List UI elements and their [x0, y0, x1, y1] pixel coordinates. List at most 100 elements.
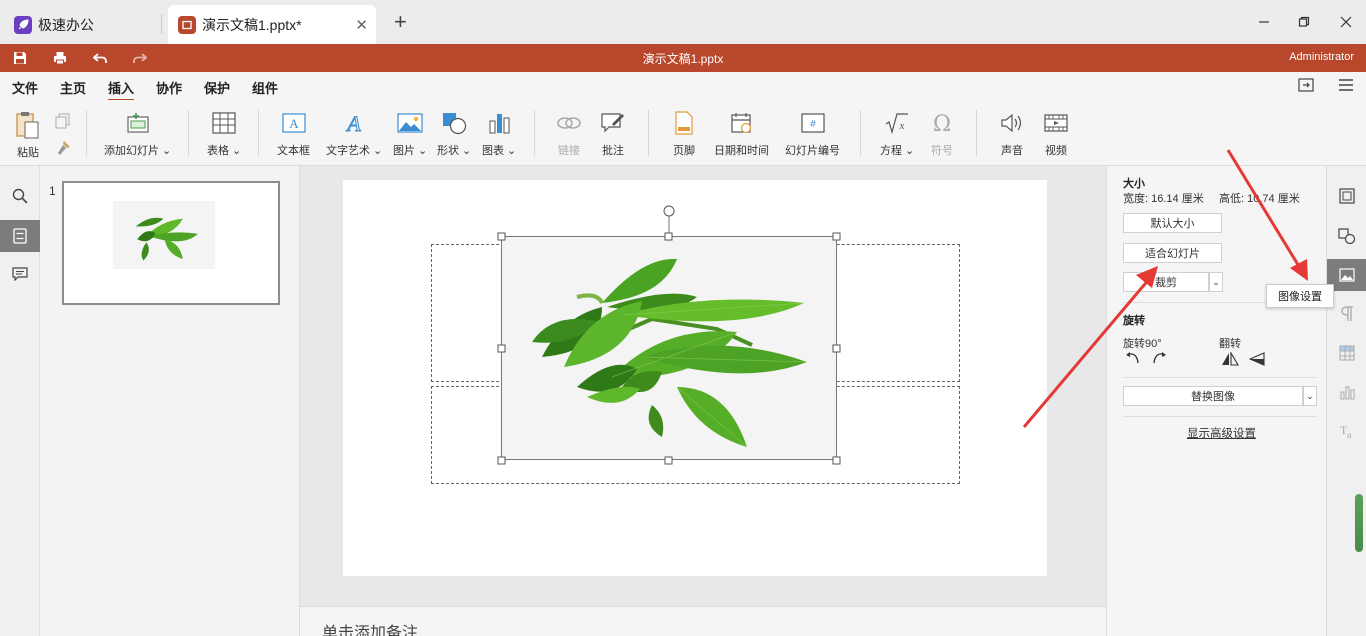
menu-insert[interactable]: 插入 [108, 78, 135, 101]
add-slide-icon [125, 110, 151, 136]
left-tool-bar [0, 166, 40, 636]
textbox-icon: A [281, 110, 307, 136]
tab-jisu-office[interactable]: 极速办公 [4, 5, 160, 44]
chart-button[interactable]: 图表 ⌄ [482, 110, 516, 158]
rocket-icon [14, 15, 32, 34]
replace-dropdown-chevron-icon[interactable]: ⌄ [1303, 386, 1317, 406]
comments-panel-icon[interactable] [0, 258, 40, 290]
default-size-button[interactable]: 默认大小 [1123, 213, 1222, 233]
close-window-icon[interactable] [1338, 14, 1354, 30]
slide-number-button[interactable]: # 幻灯片编号 [785, 110, 840, 158]
video-icon [1043, 110, 1069, 136]
tab-label: 极速办公 [38, 16, 94, 33]
chart-label: 图表 [482, 145, 504, 157]
comment-button[interactable]: 批注 [600, 110, 626, 158]
slide-editing-area [300, 166, 1106, 606]
user-name: Administrator [1289, 51, 1354, 63]
open-location-icon[interactable] [1298, 78, 1314, 95]
presentation-icon [178, 15, 196, 34]
table-button[interactable]: 表格 ⌄ [207, 110, 241, 158]
wordart-button[interactable]: A 文字艺术 ⌄ [326, 110, 382, 158]
wordart-icon: A [341, 110, 367, 136]
crop-button[interactable]: 裁剪 [1123, 272, 1209, 292]
shape-settings-icon[interactable] [1327, 220, 1366, 252]
text-art-settings-icon[interactable]: Ta [1327, 415, 1366, 447]
shape-button[interactable]: 形状 ⌄ [437, 110, 471, 158]
link-button[interactable]: 链接 [556, 110, 582, 158]
comment-label: 批注 [602, 145, 624, 157]
slide-number-label: 幻灯片编号 [785, 145, 840, 157]
insert-ribbon: 粘贴 添加幻灯片 ⌄ 表格 ⌄ A 文本框 A 文字艺术 ⌄ 图片 ⌄ 形状 ⌄… [0, 100, 1366, 166]
slide-thumbnail[interactable] [62, 181, 280, 305]
picture-icon [397, 110, 423, 136]
footer-icon [671, 110, 697, 136]
svg-text:A: A [289, 116, 299, 131]
video-label: 视频 [1045, 145, 1067, 157]
crop-dropdown-chevron-icon[interactable]: ⌄ [1209, 272, 1223, 292]
table-label: 表格 [207, 145, 229, 157]
chart-settings-icon[interactable] [1327, 376, 1366, 408]
menu-bar: 文件 主页 插入 协作 保护 组件 [0, 72, 1366, 101]
ribbon-divider [976, 110, 977, 156]
footer-button[interactable]: 页脚 [671, 110, 697, 158]
slides-panel-icon[interactable] [0, 220, 40, 252]
slide-number: 1 [49, 184, 56, 198]
image-settings-panel: 大小 宽度: 16.14 厘米 高低: 10.74 厘米 默认大小 适合幻灯片 … [1106, 166, 1326, 636]
menu-collaborate[interactable]: 协作 [156, 78, 182, 97]
notes-area[interactable]: 单击添加备注 [300, 606, 1106, 636]
slide-settings-icon[interactable] [1327, 180, 1366, 212]
menu-file[interactable]: 文件 [12, 78, 38, 97]
table-settings-icon[interactable] [1327, 337, 1366, 369]
copy-icon[interactable] [55, 113, 71, 132]
panel-scroll-indicator[interactable] [1355, 494, 1363, 552]
datetime-button[interactable]: 日期和时间 [714, 110, 769, 158]
selection-handles[interactable] [343, 180, 1047, 576]
menu-protect[interactable]: 保护 [204, 78, 230, 97]
fit-slide-button[interactable]: 适合幻灯片 [1123, 243, 1222, 263]
equation-label: 方程 [880, 145, 902, 157]
tab-presentation[interactable]: 演示文稿1.pptx* ✕ [168, 5, 376, 44]
equation-button[interactable]: x 方程 ⌄ [880, 110, 914, 158]
textbox-button[interactable]: A 文本框 [277, 110, 310, 158]
flip-horizontal-icon[interactable] [1221, 350, 1239, 369]
video-button[interactable]: 视频 [1043, 110, 1069, 158]
paste-button[interactable]: 粘贴 [14, 110, 42, 160]
divider [1123, 416, 1317, 417]
menu-plugins[interactable]: 组件 [252, 78, 278, 97]
new-tab-button[interactable]: + [394, 10, 407, 34]
rotate-right-icon[interactable] [1151, 351, 1167, 368]
height-label: 高低: 10.74 厘米 [1219, 193, 1300, 205]
audio-button[interactable]: 声音 [999, 110, 1025, 158]
symbol-label: 符号 [931, 145, 953, 157]
minimize-icon[interactable] [1256, 14, 1272, 30]
width-label: 宽度: 16.14 厘米 [1123, 193, 1204, 205]
clipboard-icon [14, 110, 42, 140]
slide-canvas[interactable] [343, 180, 1047, 576]
browser-tab-bar: 极速办公 演示文稿1.pptx* ✕ + [0, 0, 1366, 44]
picture-button[interactable]: 图片 ⌄ [393, 110, 427, 158]
speaker-icon [999, 110, 1025, 136]
flip-vertical-icon[interactable] [1248, 352, 1265, 369]
ribbon-divider [534, 110, 535, 156]
link-icon [556, 110, 582, 136]
replace-image-button[interactable]: 替换图像 [1123, 386, 1303, 406]
menu-home[interactable]: 主页 [60, 78, 86, 97]
textbox-label: 文本框 [277, 145, 310, 157]
restore-icon[interactable] [1296, 14, 1312, 30]
rotate90-label: 旋转90° [1123, 338, 1162, 350]
svg-text:a: a [1347, 431, 1352, 439]
image-settings-tooltip: 图像设置 [1266, 284, 1334, 308]
ribbon-divider [258, 110, 259, 156]
thumbnail-image [113, 201, 215, 269]
search-icon[interactable] [0, 180, 40, 212]
add-slide-button[interactable]: 添加幻灯片 ⌄ [104, 110, 171, 158]
calendar-icon [729, 110, 755, 136]
hamburger-menu-icon[interactable] [1338, 79, 1354, 94]
tab-divider [161, 14, 162, 34]
close-icon[interactable]: ✕ [355, 16, 368, 34]
symbol-button[interactable]: Ω 符号 [929, 110, 955, 158]
format-painter-icon[interactable] [55, 140, 71, 159]
rotate-left-icon[interactable] [1125, 351, 1141, 368]
ribbon-divider [860, 110, 861, 156]
advanced-settings-link[interactable]: 显示高级设置 [1187, 425, 1256, 441]
